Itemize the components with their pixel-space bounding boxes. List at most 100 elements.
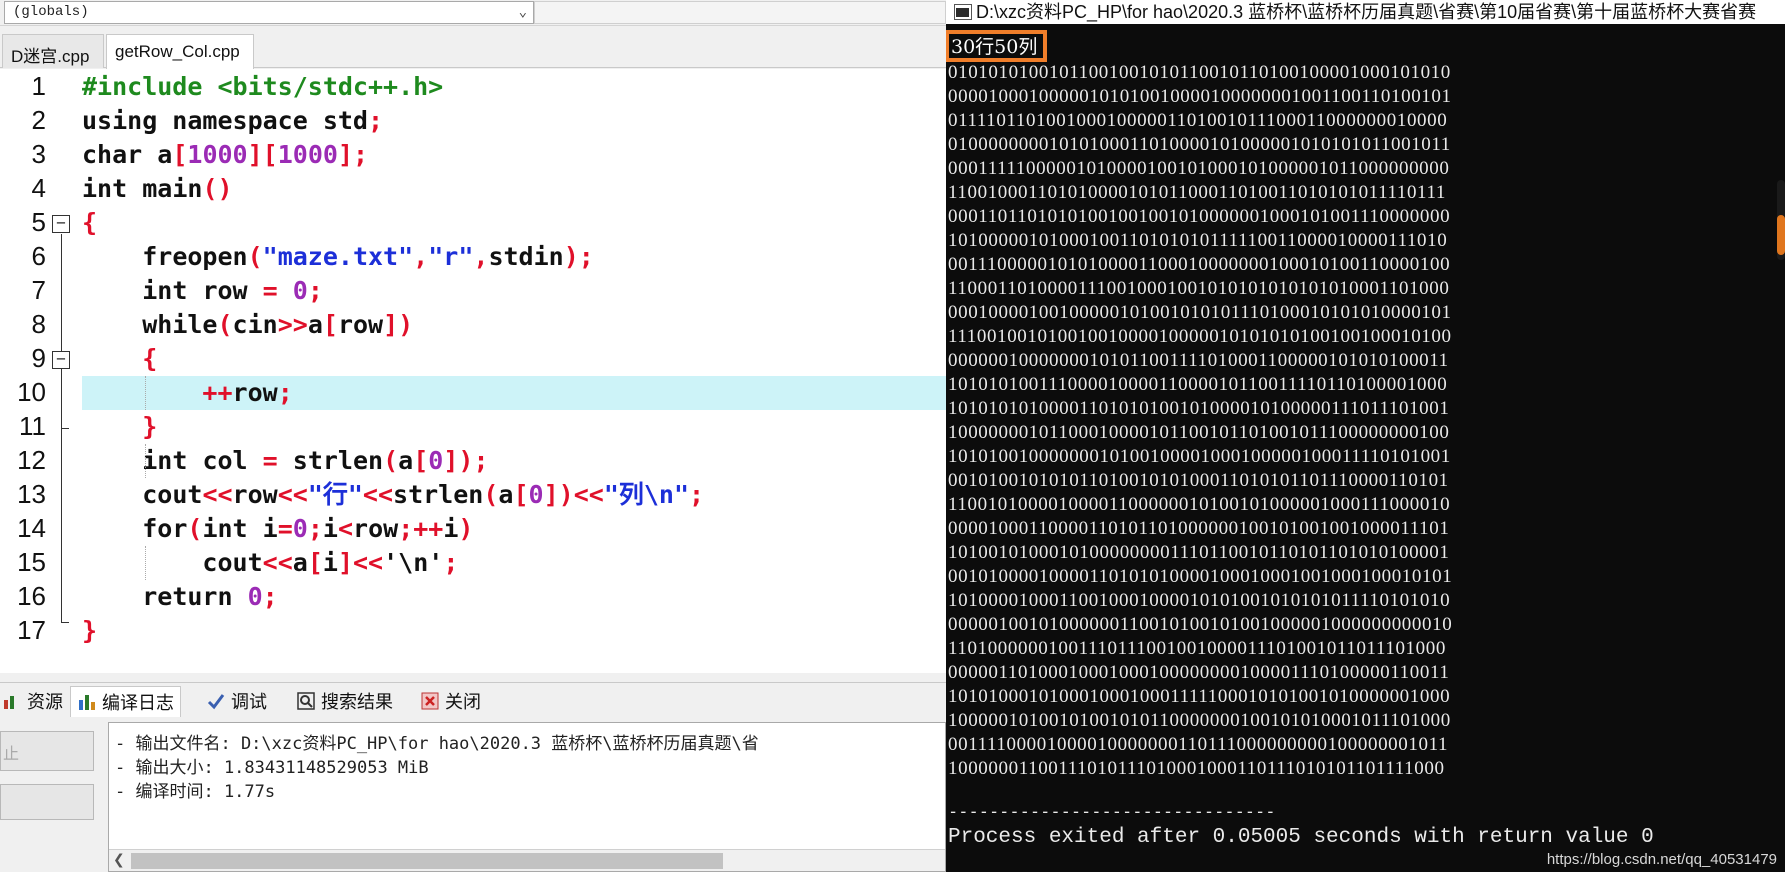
maze-row: 0010100101010110100101010001101010110111… <box>948 470 1449 491</box>
line-number: 8 <box>31 309 46 339</box>
horizontal-scrollbar[interactable]: ❮ <box>109 849 945 871</box>
chevron-down-icon[interactable]: ⌄ <box>519 4 527 21</box>
identifier: i <box>262 514 278 543</box>
maze-row: 1100101000010000110000001010010100000100… <box>948 494 1451 515</box>
maze-row: 1010000010100010011010101011111001100001… <box>948 230 1448 251</box>
tab-search-results[interactable]: 搜索结果 <box>290 686 399 716</box>
maze-row: 0011100000101010000110001000000010001010… <box>948 254 1451 275</box>
scope-select[interactable]: (globals) ⌄ <box>4 1 534 24</box>
number-literal: 1000 <box>277 140 338 169</box>
maze-row: 0100000000101010001101000010100000101010… <box>948 134 1451 155</box>
scrollbar-thumb[interactable] <box>1777 215 1785 255</box>
keyword: return <box>142 582 233 611</box>
tab-debug[interactable]: 调试 <box>200 686 273 716</box>
maze-row: 1010101001110000100001100001011001111011… <box>948 374 1448 395</box>
char-literal: '\n' <box>383 548 444 577</box>
tab-close[interactable]: 关闭 <box>414 686 487 716</box>
keyword: char <box>82 140 143 169</box>
bar-chart-icon <box>4 696 14 709</box>
output-dimensions-highlight: 30行50列 <box>946 30 1048 62</box>
terminal-icon <box>954 4 972 20</box>
line-number: 5 <box>31 207 46 237</box>
maze-row: 0001000010010000010100101010111010001010… <box>948 302 1452 323</box>
file-tab-getrow-col[interactable]: getRow_Col.cpp <box>106 34 254 69</box>
identifier: row <box>337 310 384 339</box>
compile-log[interactable]: - 输出文件名: D:\xzc资料PC_HP\for hao\2020.3 蓝桥… <box>108 722 946 872</box>
indent-guide <box>145 546 146 580</box>
symbol-select[interactable] <box>534 1 946 24</box>
fold-collapse-icon[interactable]: − <box>52 351 70 369</box>
line-number: 6 <box>31 241 46 271</box>
close-icon <box>421 692 439 710</box>
ide-window: (globals) ⌄ D迷宫.cpp getRow_Col.cpp 1 2 3… <box>0 0 946 872</box>
console-title-bar[interactable]: D:\xzc资料PC_HP\for hao\2020.3 蓝桥杯\蓝桥杯历届真题… <box>946 0 1785 24</box>
fold-end-marker <box>61 428 69 429</box>
maze-row: 1100100011010100001010110001101001101010… <box>948 182 1446 203</box>
identifier: a <box>157 140 173 169</box>
output-dimensions: 30行50列 <box>951 36 1038 58</box>
indent-guide <box>145 376 146 410</box>
number-literal: 0 <box>528 480 544 509</box>
chevron-left-icon[interactable]: ❮ <box>113 851 125 868</box>
identifier: row <box>353 514 399 543</box>
line-number: 13 <box>17 479 46 509</box>
code-line-9: { <box>142 344 158 373</box>
identifier: row <box>232 378 278 407</box>
fold-collapse-icon[interactable]: − <box>52 215 70 233</box>
identifier: a <box>398 446 414 475</box>
console-output[interactable]: 30行50列 010101010010110010010101100101101… <box>946 30 1766 872</box>
keyword: int <box>202 514 248 543</box>
maze-row: 1000000110011101011101000100011011101010… <box>948 758 1445 779</box>
identifier: a <box>292 548 308 577</box>
string-literal: "行" <box>307 480 363 509</box>
scope-select-value: (globals) <box>13 4 89 20</box>
log-line: - 编译时间: 1.77s <box>115 782 276 802</box>
code-editor[interactable]: 1 2 3 4 5 6 7 8 9 10 11 12 13 14 15 16 1… <box>0 69 946 673</box>
file-tab-bar: D迷宫.cpp getRow_Col.cpp <box>0 34 946 69</box>
abort-compile-button[interactable]: 止 <box>0 731 94 771</box>
side-button[interactable] <box>0 784 94 820</box>
line-number: 2 <box>31 105 46 135</box>
maze-row: 0000010010100000011001010010100100000100… <box>948 614 1453 635</box>
tab-label: 调试 <box>231 692 267 712</box>
number-literal: 0 <box>428 446 444 475</box>
identifier: cout <box>142 480 203 509</box>
keyword: int <box>142 276 188 305</box>
code-line-2: using namespace std; <box>82 106 384 135</box>
identifier: i <box>322 514 338 543</box>
file-tab-label: getRow_Col.cpp <box>115 42 240 61</box>
string-literal: "列\n" <box>603 480 690 509</box>
code-line-6: freopen("maze.txt","r",stdin); <box>142 242 594 271</box>
identifier: strlen <box>393 480 484 509</box>
code-line-1: #include <bits/stdc++.h> <box>82 70 946 104</box>
watermark: https://blog.csdn.net/qq_40531479 <box>1546 851 1777 868</box>
maze-row: 1000001010010100101011000000010010101000… <box>948 710 1451 731</box>
scrollbar-thumb[interactable] <box>131 853 723 869</box>
process-exit-message: Process exited after 0.05005 seconds wit… <box>948 826 1654 849</box>
identifier: i <box>322 548 338 577</box>
line-number: 12 <box>17 445 46 475</box>
line-number: 16 <box>17 581 46 611</box>
code-line-11: } <box>142 412 158 441</box>
identifier: row <box>202 276 248 305</box>
toolbar: (globals) ⌄ <box>0 0 946 26</box>
check-icon <box>207 694 225 710</box>
identifier: a <box>498 480 514 509</box>
maze-row: 0111101101001000100000110100101110001100… <box>948 110 1448 131</box>
indent-guide <box>145 444 146 478</box>
maze-row: 1010100010100010001000111110001010100101… <box>948 686 1451 707</box>
console-title: D:\xzc资料PC_HP\for hao\2020.3 蓝桥杯\蓝桥杯历届真题… <box>976 2 1757 22</box>
identifier: a <box>307 310 323 339</box>
tab-resources[interactable]: 资源 <box>0 686 69 716</box>
maze-row: 1101000000100111011100100100001110100101… <box>948 638 1446 659</box>
tab-compile-log[interactable]: 编译日志 <box>70 686 181 717</box>
number-literal: 0 <box>292 514 308 543</box>
maze-row: 0001101101010100100100101000000100010100… <box>948 206 1451 227</box>
code-line-17: } <box>82 616 98 645</box>
keyword: for <box>142 514 188 543</box>
number-literal: 0 <box>292 276 308 305</box>
maze-row: 1010000100011001000100001010100101010101… <box>948 590 1451 611</box>
keyword: int <box>142 446 188 475</box>
string-literal: "maze.txt" <box>262 242 414 271</box>
file-tab-dmigong[interactable]: D迷宫.cpp <box>2 34 104 68</box>
